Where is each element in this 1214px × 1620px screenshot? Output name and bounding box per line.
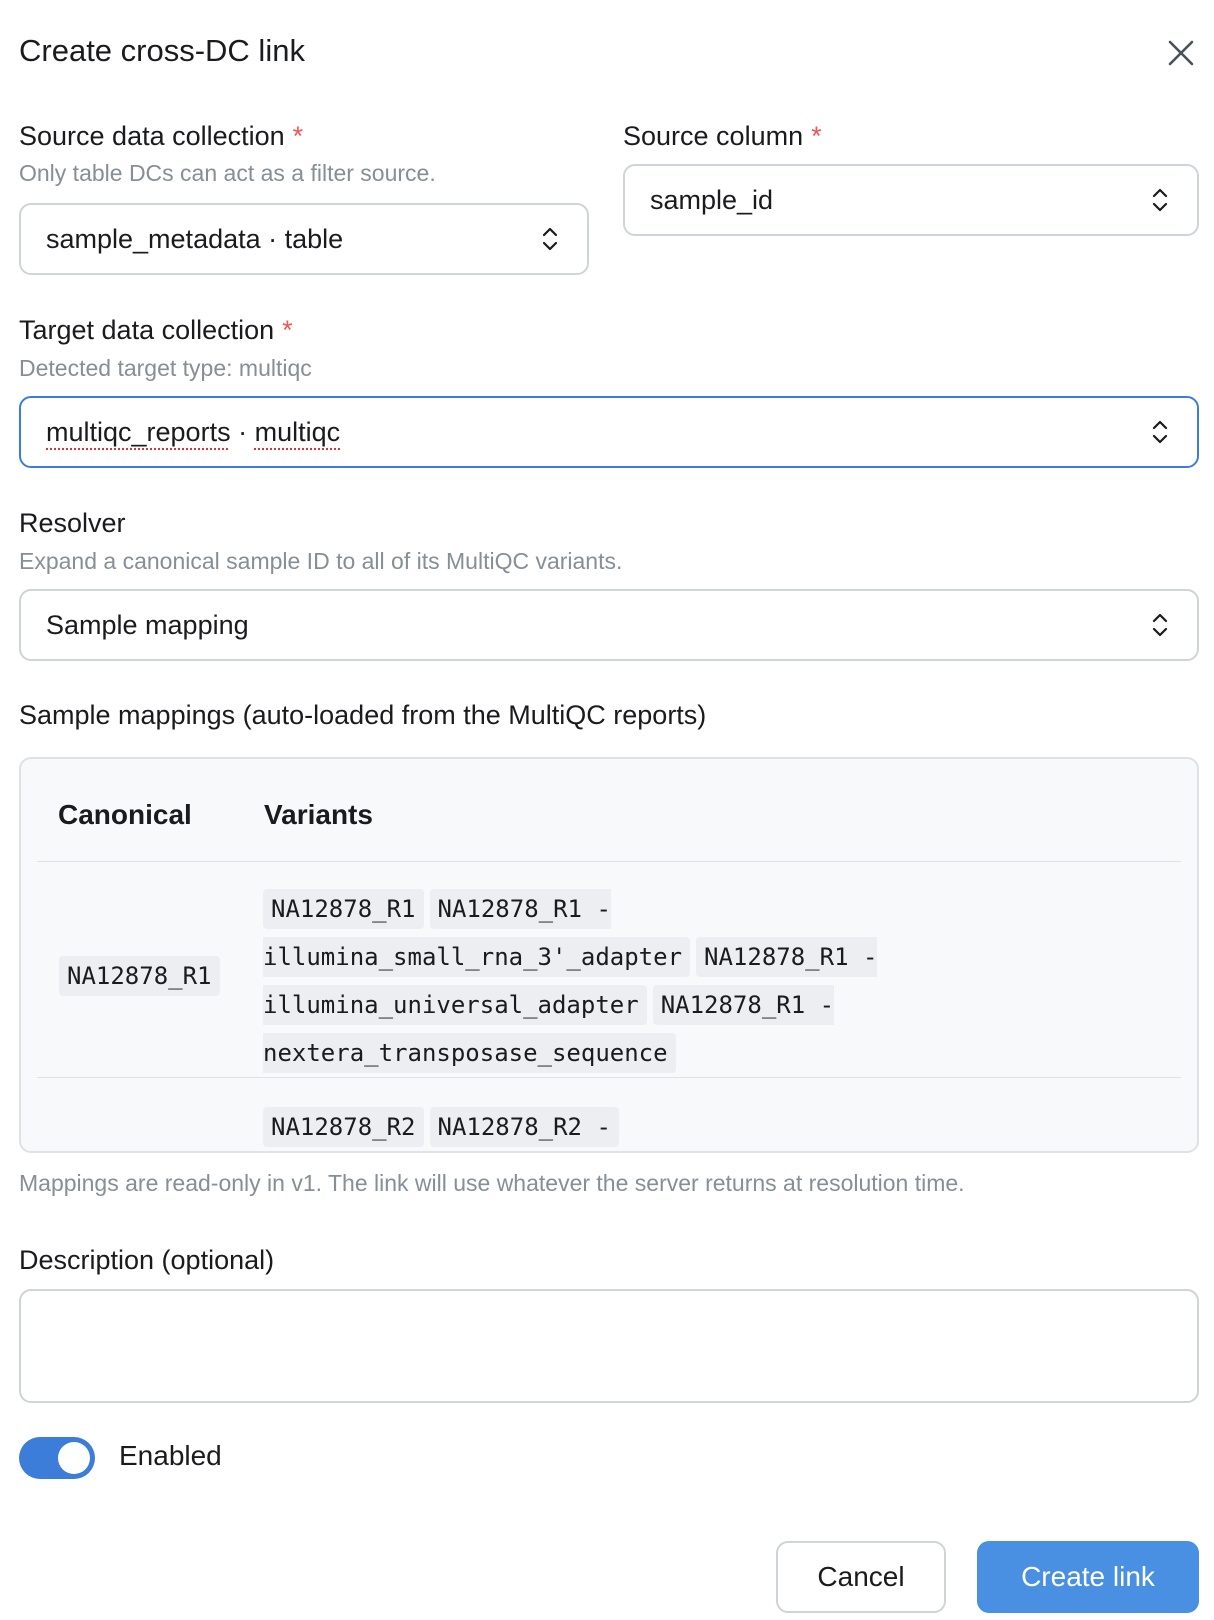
variant-chip: NA12878_R2 - bbox=[429, 1107, 619, 1147]
source-column-value: sample_id bbox=[650, 184, 774, 215]
toggle-knob bbox=[58, 1442, 90, 1474]
required-asterisk: * bbox=[811, 121, 822, 151]
chevron-updown-icon bbox=[1152, 420, 1168, 444]
target-dc-value: multiqc_reports · multiqc bbox=[46, 417, 340, 448]
resolver-hint: Expand a canonical sample ID to all of i… bbox=[19, 548, 623, 574]
source-dc-value: sample_metadata · table bbox=[46, 223, 344, 254]
source-dc-select[interactable]: sample_metadata · table bbox=[19, 203, 589, 275]
chevron-updown-icon bbox=[1152, 188, 1168, 212]
chevron-updown-icon bbox=[542, 227, 558, 251]
required-asterisk: * bbox=[282, 315, 293, 345]
description-label: Description (optional) bbox=[19, 1245, 275, 1275]
enabled-toggle[interactable] bbox=[19, 1437, 95, 1479]
description-field[interactable] bbox=[19, 1289, 1199, 1403]
chevron-updown-icon bbox=[1152, 613, 1168, 637]
resolver-select[interactable]: Sample mapping bbox=[19, 589, 1199, 661]
target-dc-select[interactable]: multiqc_reports · multiqc bbox=[19, 396, 1199, 468]
variant-chip: NA12878_R1 bbox=[263, 889, 424, 929]
create-link-button[interactable]: Create link bbox=[977, 1541, 1199, 1613]
mappings-note: Mappings are read-only in v1. The link w… bbox=[19, 1170, 965, 1196]
source-column-label: Source column * bbox=[623, 121, 822, 152]
source-dc-hint: Only table DCs can act as a filter sourc… bbox=[19, 160, 436, 186]
source-column-select[interactable]: sample_id bbox=[623, 164, 1199, 236]
target-dc-hint: Detected target type: multiqc bbox=[19, 355, 312, 381]
mappings-table[interactable]: Canonical Variants NA12878_R1 NA12878_R1… bbox=[19, 757, 1199, 1153]
close-icon[interactable] bbox=[1167, 39, 1195, 67]
column-header-variants: Variants bbox=[264, 799, 373, 830]
canonical-cell: NA12878_R1 bbox=[59, 954, 220, 998]
target-dc-label-text: Target data collection bbox=[19, 315, 275, 345]
mappings-label: Sample mappings (auto-loaded from the Mu… bbox=[19, 700, 707, 730]
required-asterisk: * bbox=[292, 121, 304, 151]
close-button[interactable] bbox=[1164, 36, 1198, 70]
variants-cell: NA12878_R2 NA12878_R2 - bbox=[263, 1105, 903, 1151]
resolver-label: Resolver bbox=[19, 508, 126, 538]
column-header-canonical: Canonical bbox=[58, 799, 192, 830]
target-dc-value-part2: multiqc bbox=[254, 416, 341, 447]
dialog-title: Create cross-DC link bbox=[19, 33, 305, 68]
header-divider bbox=[37, 861, 1181, 862]
row-divider bbox=[37, 1077, 1181, 1078]
variants-cell: NA12878_R1 NA12878_R1 - illumina_small_rn… bbox=[263, 887, 903, 1079]
target-dc-label: Target data collection * bbox=[19, 315, 293, 346]
variant-chip: NA12878_R2 bbox=[263, 1107, 424, 1147]
create-link-dialog: Create cross-DC link Source data collect… bbox=[0, 0, 1214, 1620]
target-dc-value-part1: multiqc_reports bbox=[46, 416, 231, 447]
source-column-label-text: Source column bbox=[623, 121, 804, 151]
resolver-value: Sample mapping bbox=[46, 609, 249, 640]
source-dc-label-text: Source data collection bbox=[19, 121, 285, 151]
enabled-label: Enabled bbox=[119, 1440, 222, 1471]
cancel-button[interactable]: Cancel bbox=[776, 1541, 946, 1613]
source-dc-label: Source data collection * bbox=[19, 121, 303, 152]
canonical-id: NA12878_R1 bbox=[59, 956, 220, 996]
target-dc-value-sep: · bbox=[230, 416, 255, 447]
